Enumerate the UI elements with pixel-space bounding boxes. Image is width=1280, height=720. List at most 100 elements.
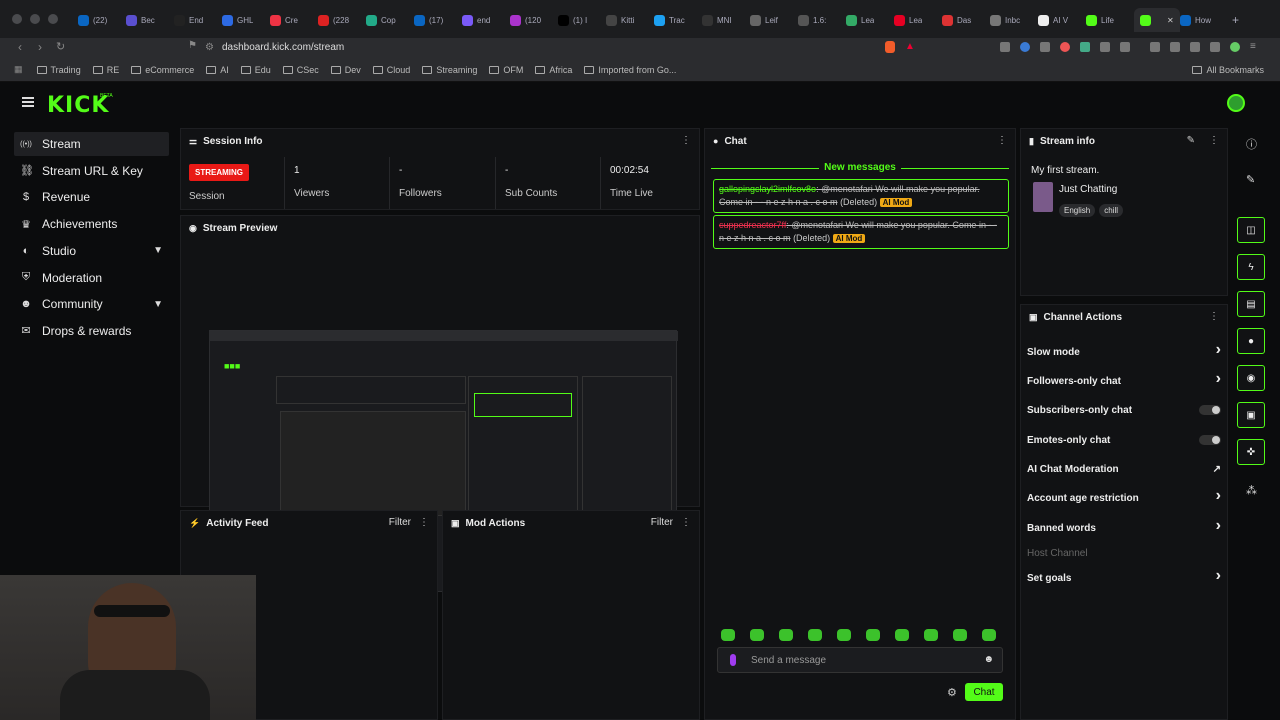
browser-tab[interactable]: Bec: [126, 11, 155, 29]
category-name[interactable]: Just Chatting: [1059, 184, 1117, 195]
emote-icon[interactable]: [808, 629, 822, 641]
emote-icon[interactable]: [924, 629, 938, 641]
browser-tab[interactable]: (120: [510, 11, 541, 29]
toggle-switch[interactable]: [1199, 435, 1221, 445]
browser-tab[interactable]: Kitti: [606, 11, 634, 29]
more-options-icon[interactable]: ⋮: [1209, 135, 1219, 146]
more-options-icon[interactable]: ⋮: [997, 135, 1007, 146]
browser-tab[interactable]: Lea: [894, 11, 922, 29]
emote-icon[interactable]: [837, 629, 851, 641]
info-icon[interactable]: ⓘ: [1246, 136, 1257, 152]
edit-pencil-icon[interactable]: ✎: [1187, 135, 1195, 146]
toggle-switch[interactable]: [1199, 405, 1221, 415]
extension-icon[interactable]: [1040, 42, 1050, 52]
rail-button-2[interactable]: ϟ: [1237, 254, 1265, 280]
channel-action-subscribers-only-chat[interactable]: Subscribers-only chat: [1027, 403, 1221, 417]
bookmark-folder[interactable]: RE: [92, 65, 119, 75]
url-field[interactable]: ⚙ dashboard.kick.com/stream: [205, 39, 905, 56]
browser-tab[interactable]: Inbc: [990, 11, 1020, 29]
browser-tab[interactable]: Leif: [750, 11, 778, 29]
wallet-icon[interactable]: [1190, 42, 1200, 52]
close-window-button[interactable]: [12, 14, 22, 24]
menu-icon[interactable]: ≡: [1250, 42, 1256, 52]
emote-icon[interactable]: [750, 629, 764, 641]
new-messages-divider[interactable]: New messages: [711, 162, 1009, 173]
sidebar-item-moderation[interactable]: ⛨ Moderation: [14, 266, 169, 290]
bookmark-folder[interactable]: CSec: [282, 65, 319, 75]
sidebar-item-achievements[interactable]: ♛ Achievements: [14, 212, 169, 236]
bookmark-folder[interactable]: Edu: [240, 65, 271, 75]
sidebar-item-revenue[interactable]: $ Revenue: [14, 185, 169, 209]
channel-action-set-goals[interactable]: Set goals ›: [1027, 567, 1221, 585]
emote-icon[interactable]: [779, 629, 793, 641]
channel-action-emotes-only-chat[interactable]: Emotes-only chat: [1027, 433, 1221, 447]
rail-button-1[interactable]: ◫: [1237, 217, 1265, 243]
emote-icon[interactable]: [721, 629, 735, 641]
bookmark-folder[interactable]: OFM: [489, 65, 523, 75]
profile-icon[interactable]: [1230, 42, 1240, 52]
extension-icon[interactable]: [1080, 42, 1090, 52]
browser-tab[interactable]: 1.6:: [798, 11, 826, 29]
rail-button-3[interactable]: ▤: [1237, 291, 1265, 317]
browser-tab[interactable]: End: [174, 11, 203, 29]
browser-tab[interactable]: (228: [318, 11, 349, 29]
close-tab-icon[interactable]: ✕: [1167, 16, 1174, 25]
browser-tab[interactable]: Lea: [846, 11, 874, 29]
brave-rewards-icon[interactable]: ▲: [905, 41, 915, 52]
emote-icon[interactable]: [982, 629, 996, 641]
browser-tab[interactable]: GHL: [222, 11, 253, 29]
chat-settings-icon[interactable]: ⚙: [947, 686, 957, 699]
channel-action-banned-words[interactable]: Banned words ›: [1027, 517, 1221, 535]
chevron-down-icon[interactable]: ▼: [153, 299, 163, 310]
chat-username[interactable]: cuppedreactor7ff: [719, 220, 786, 230]
chevron-down-icon[interactable]: ▼: [153, 245, 163, 256]
chat-message[interactable]: cuppedreactor7ff: @menotafari We will ma…: [713, 215, 1009, 249]
emote-icon[interactable]: [866, 629, 880, 641]
bookmark-folder[interactable]: Cloud: [372, 65, 410, 75]
bookmark-folder[interactable]: Imported from Go...: [584, 65, 676, 75]
channel-action-slow-mode[interactable]: Slow mode ›: [1027, 341, 1221, 359]
emoji-icon[interactable]: ☻: [983, 654, 994, 665]
media-icon[interactable]: [1150, 42, 1160, 52]
browser-tab[interactable]: (17): [414, 11, 443, 29]
leo-icon[interactable]: [1210, 42, 1220, 52]
browser-tab[interactable]: Das: [942, 11, 971, 29]
channel-action-host-channel[interactable]: Host Channel: [1027, 546, 1221, 560]
rail-button-5[interactable]: ◉: [1237, 365, 1265, 391]
bookmark-folder[interactable]: AI: [206, 65, 229, 75]
back-icon[interactable]: ‹: [18, 40, 22, 54]
sidebar-toggle-icon[interactable]: [1170, 42, 1180, 52]
extension-icon[interactable]: [1000, 42, 1010, 52]
chat-username[interactable]: gallopingclayl2imlfcov8o: [719, 184, 816, 194]
browser-tab[interactable]: ✕: [1134, 8, 1180, 32]
minimize-window-button[interactable]: [30, 14, 40, 24]
sidebar-item-stream[interactable]: ((•)) Stream: [14, 132, 169, 156]
browser-tab[interactable]: MNI: [702, 11, 732, 29]
tag-chip[interactable]: chill: [1099, 204, 1124, 217]
maximize-window-button[interactable]: [48, 14, 58, 24]
activity-filter-button[interactable]: Filter: [389, 517, 411, 528]
brave-shield-icon[interactable]: [885, 41, 895, 53]
browser-tab[interactable]: Trac: [654, 11, 685, 29]
channel-action-account-age-restriction[interactable]: Account age restriction ›: [1027, 487, 1221, 505]
hamburger-menu-icon[interactable]: [22, 97, 34, 107]
browser-tab[interactable]: Cop: [366, 11, 396, 29]
network-icon[interactable]: ⁂: [1246, 484, 1257, 497]
extension-icon[interactable]: [1120, 42, 1130, 52]
browser-tab[interactable]: (22): [78, 11, 107, 29]
avatar[interactable]: [1227, 94, 1245, 112]
more-options-icon[interactable]: ⋮: [419, 517, 429, 528]
rail-button-4[interactable]: ●: [1237, 328, 1265, 354]
category-thumbnail[interactable]: [1033, 182, 1053, 212]
browser-tab[interactable]: (1) I: [558, 11, 587, 29]
new-tab-button[interactable]: +: [1232, 11, 1239, 29]
reload-icon[interactable]: ↻: [56, 40, 65, 53]
chat-message[interactable]: gallopingclayl2imlfcov8o: @menotafari We…: [713, 179, 1009, 213]
rail-button-6[interactable]: ▣: [1237, 402, 1265, 428]
emote-icon[interactable]: [895, 629, 909, 641]
browser-tab[interactable]: Life: [1086, 11, 1114, 29]
browser-tab[interactable]: AI V: [1038, 11, 1068, 29]
more-options-icon[interactable]: ⋮: [1209, 311, 1219, 322]
browser-tab[interactable]: How: [1180, 11, 1211, 29]
browser-tab[interactable]: Cre: [270, 11, 298, 29]
